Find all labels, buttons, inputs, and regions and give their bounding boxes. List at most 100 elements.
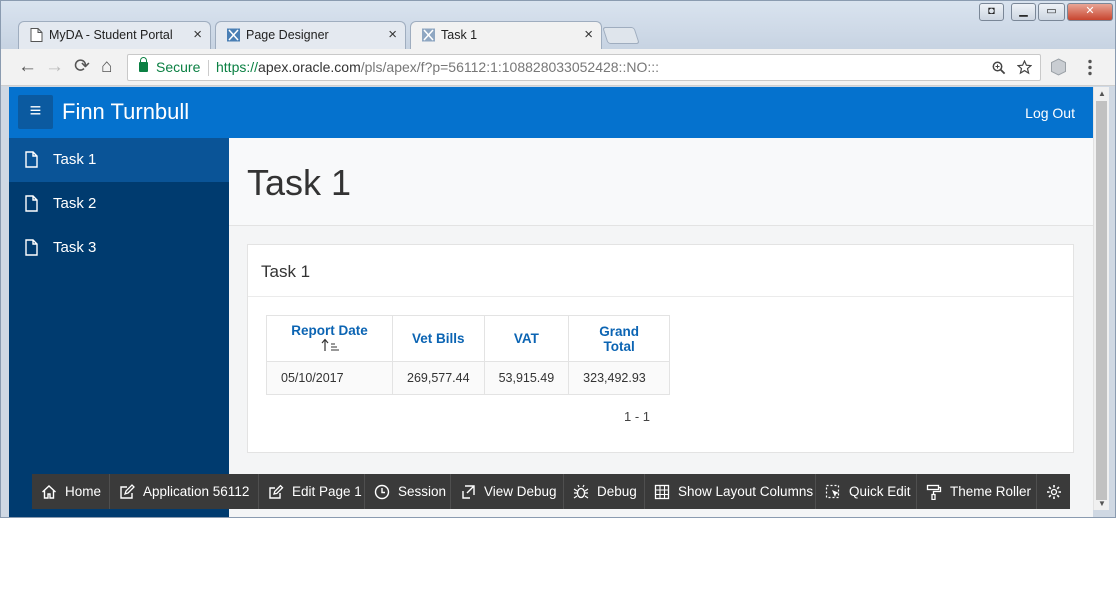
edit-app-icon [120,484,135,499]
cell-vet-bills: 269,577.44 [392,361,485,395]
column-header-report-date[interactable]: Report Date [266,315,393,362]
divider [208,60,209,76]
dev-label: Session [398,484,447,499]
minimize-button[interactable]: ▁ [1011,3,1036,21]
sidebar-item-label: Task 3 [53,239,97,256]
close-icon[interactable]: × [388,22,397,48]
dev-quick-edit-button[interactable]: Quick Edit [816,474,917,509]
close-window-button[interactable]: ✕ [1067,3,1113,21]
apex-icon [422,28,435,42]
back-icon[interactable]: ← [18,57,37,76]
region-title: Task 1 [261,262,311,281]
home-icon[interactable]: ⌂ [101,57,112,76]
home-icon [42,485,56,499]
menu-dots-icon[interactable] [1087,59,1093,76]
sidebar-item-task-1[interactable]: Task 1 [9,138,229,182]
dev-label: View Debug [484,484,557,499]
scrollbar-thumb[interactable] [1096,101,1107,500]
cell-report-date: 05/10/2017 [266,361,393,395]
dev-label: Show Layout Columns [678,484,814,499]
page-title: Task 1 [247,162,352,203]
dev-edit-page-button[interactable]: Edit Page 1 [259,474,365,509]
title-bar: MyDA - Student Portal × Page Designer × … [1,1,1115,50]
tab-page-designer[interactable]: Page Designer × [215,21,406,49]
table-header-row: Report Date Vet Bills VAT Grand Total [266,315,671,362]
url-scheme: https:// [216,59,259,75]
tab-myda[interactable]: MyDA - Student Portal × [18,21,211,49]
scroll-down-icon[interactable]: ▼ [1098,499,1106,508]
close-icon[interactable]: × [584,22,593,48]
url-path: /pls/apex/f?p=56112:1:108828033052428::N… [360,59,660,75]
browser-toolbar: ← → ⟳ ⌂ Secure https://apex.oracle.com/p… [1,49,1115,86]
app-header: ≡ Finn Turnbull Log Out [9,87,1093,138]
dev-debug-button[interactable]: Debug [564,474,645,509]
dev-label: Debug [597,484,637,499]
apex-icon [227,28,240,42]
tab-task-1[interactable]: Task 1 × [410,21,602,50]
dev-application-button[interactable]: Application 56112 [110,474,259,509]
view-debug-icon [462,485,475,499]
column-header-grand-total[interactable]: Grand Total [568,315,671,362]
sidebar-item-label: Task 1 [53,151,97,168]
dev-label: Application 56112 [143,484,250,499]
dev-label: Theme Roller [950,484,1032,499]
url-host: apex.oracle.com [258,59,361,75]
reload-icon[interactable]: ⟳ [74,57,90,76]
cell-grand-total: 323,492.93 [568,361,671,395]
column-header-vet-bills[interactable]: Vet Bills [392,315,485,362]
quick-edit-icon [825,484,840,499]
main-content: Task 1 Task 1 Report Date Vet Bills VAT … [229,138,1093,517]
page-title-region: Task 1 [229,138,1093,226]
page-icon [30,28,43,42]
column-header-vat[interactable]: VAT [483,315,570,362]
sidebar: Task 1 Task 2 Task 3 [9,138,229,517]
extension-icon[interactable] [1050,58,1067,76]
forward-icon[interactable]: → [45,57,64,76]
clock-icon [374,484,390,500]
apex-page: ≡ Finn Turnbull Log Out Task 1 Task 2 Ta… [9,87,1093,517]
report-table: Report Date Vet Bills VAT Grand Total 05… [266,315,671,395]
divider [248,296,1073,297]
sidebar-item-task-2[interactable]: Task 2 [9,182,229,226]
address-bar[interactable]: Secure https://apex.oracle.com/pls/apex/… [127,54,1041,81]
dev-home-button[interactable]: Home [32,474,110,509]
page-icon [25,239,38,256]
sidebar-item-task-3[interactable]: Task 3 [9,226,229,270]
scrollbar[interactable]: ▲ ▼ [1093,87,1109,510]
grid-icon [654,484,670,500]
dev-view-debug-button[interactable]: View Debug [451,474,564,509]
dev-label: Quick Edit [849,484,911,499]
maximize-button[interactable]: ▭ [1038,3,1065,21]
table-row: 05/10/2017 269,577.44 53,915.49 323,492.… [266,361,671,395]
zoom-icon[interactable] [992,61,1006,75]
tab-title: MyDA - Student Portal [49,28,173,42]
scroll-up-icon[interactable]: ▲ [1098,89,1106,98]
dev-session-button[interactable]: Session [365,474,451,509]
dev-show-layout-columns-button[interactable]: Show Layout Columns [645,474,816,509]
dev-settings-button[interactable] [1037,474,1070,509]
app-name[interactable]: Finn Turnbull [62,99,189,125]
dev-theme-roller-button[interactable]: Theme Roller [917,474,1037,509]
lock-icon [139,57,148,72]
secure-label: Secure [156,59,201,75]
column-label: Report Date [291,323,368,338]
tab-title: Task 1 [441,28,478,42]
sort-ascending-icon [321,338,339,351]
dev-label: Edit Page 1 [292,484,362,499]
paint-roller-icon [926,484,942,500]
user-icon[interactable]: ◘ [979,3,1004,21]
page-icon [25,151,38,168]
bug-icon [573,484,589,499]
new-tab-button[interactable] [602,27,640,44]
edit-page-icon [269,484,284,499]
hamburger-menu-button[interactable]: ≡ [18,95,53,129]
gear-icon [1047,485,1061,499]
close-icon[interactable]: × [193,22,202,48]
tab-title: Page Designer [246,28,329,42]
url-text[interactable]: https://apex.oracle.com/pls/apex/f?p=561… [216,55,659,80]
sidebar-item-label: Task 2 [53,195,97,212]
pagination: 1 - 1 [624,409,651,424]
logout-link[interactable]: Log Out [1025,105,1075,121]
report-region: Task 1 Report Date Vet Bills VAT Grand T… [247,244,1074,453]
bookmark-star-icon[interactable] [1017,60,1032,75]
